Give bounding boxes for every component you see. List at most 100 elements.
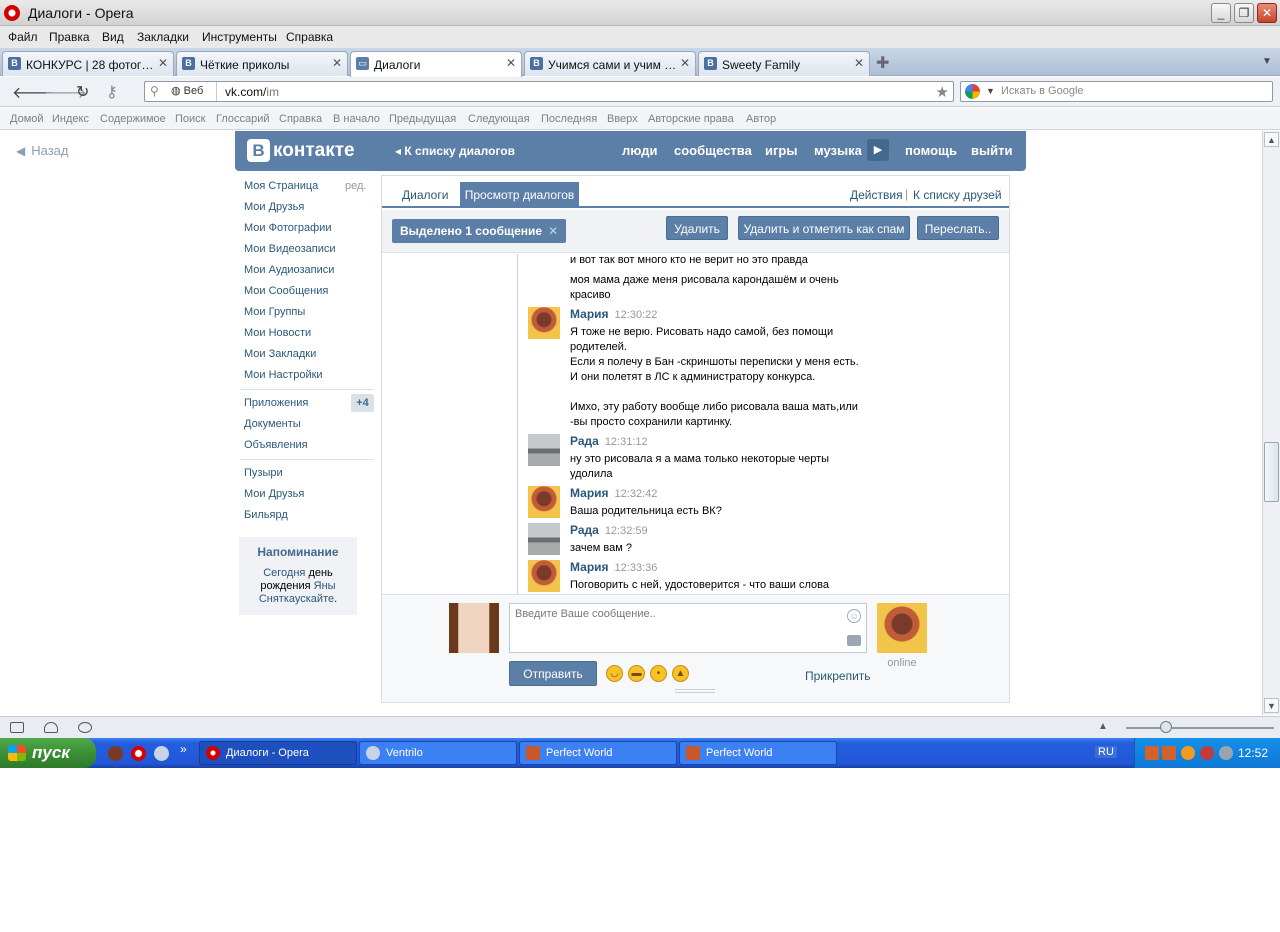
left-menu-bubbles[interactable]: Пузыри [244, 467, 283, 479]
close-button[interactable]: ✕ [1257, 3, 1277, 23]
zoom-slider-handle[interactable] [1160, 721, 1172, 733]
emoji-kiss-icon[interactable]: • [650, 665, 667, 682]
message-history[interactable]: и вот так вот много кто не верит но это … [382, 254, 1009, 594]
tab-close-icon[interactable]: ✕ [332, 56, 342, 70]
zoom-slider[interactable] [1126, 727, 1274, 729]
nav-link-last[interactable]: Последняя [541, 113, 597, 125]
menu-tools[interactable]: Инструменты [202, 30, 277, 44]
menu-bookmarks[interactable]: Закладки [137, 30, 189, 44]
message-author[interactable]: Рада 12:31:12 [570, 434, 648, 448]
author-name[interactable]: Рада [570, 434, 599, 448]
music-play-icon[interactable]: ▶ [867, 139, 889, 161]
emoji-smile-icon[interactable]: ◡ [606, 665, 623, 682]
key-icon[interactable]: ⚷ [106, 82, 118, 102]
system-clock[interactable]: 12:52 [1238, 746, 1268, 760]
friends-list-link[interactable]: К списку друзей [913, 188, 1002, 202]
tray-orange-icon[interactable] [1181, 746, 1195, 760]
left-menu-news[interactable]: Мои Новости [244, 327, 311, 339]
forward-button[interactable]: Переслать.. [917, 216, 999, 240]
tab-dialogs[interactable]: ▭ Диалоги ✕ [350, 51, 522, 77]
minimize-button[interactable]: _ [1211, 3, 1231, 23]
left-menu-bookmarks[interactable]: Мои Закладки [244, 348, 316, 360]
left-menu-messages[interactable]: Мои Сообщения [244, 285, 328, 297]
nav-link-home[interactable]: Домой [10, 113, 44, 125]
menu-help[interactable]: Справка [286, 30, 333, 44]
tab-close-icon[interactable]: ✕ [506, 56, 516, 70]
task-ventrilo[interactable]: Ventrilo [359, 741, 517, 765]
delete-spam-button[interactable]: Удалить и отметить как спам [738, 216, 910, 240]
header-nav-help[interactable]: помощь [905, 143, 957, 158]
left-menu-ads[interactable]: Объявления [244, 439, 308, 451]
left-menu-my-friends-app[interactable]: Мои Друзья [244, 488, 304, 500]
left-menu-my-page[interactable]: Моя Страница [244, 180, 318, 192]
tab-close-icon[interactable]: ✕ [158, 56, 168, 70]
author-name[interactable]: Рада [570, 523, 599, 537]
author-name[interactable]: Мария [570, 307, 609, 321]
site-info-badge[interactable]: ◍ Веб [167, 82, 217, 101]
avatar-maria[interactable] [528, 307, 560, 339]
back-link[interactable]: ◀ Назад [16, 143, 68, 158]
left-menu-videos[interactable]: Мои Видеозаписи [244, 243, 336, 255]
left-menu-audio[interactable]: Мои Аудиозаписи [244, 264, 334, 276]
quicklaunch-game-icon[interactable] [108, 746, 123, 761]
nav-link-index[interactable]: Индекс [52, 113, 89, 125]
quicklaunch-opera-icon[interactable] [131, 746, 146, 761]
tab-list-chevron-down-icon[interactable]: ▼ [1262, 56, 1272, 67]
author-name[interactable]: Мария [570, 486, 609, 500]
tab-view-dialogs[interactable]: Просмотр диалогов [460, 182, 579, 208]
camera-icon[interactable] [847, 635, 861, 646]
message-author[interactable]: Мария 12:30:22 [570, 307, 657, 321]
author-name[interactable]: Мария [570, 560, 609, 574]
search-engine-chevron-down-icon[interactable]: ▼ [986, 86, 995, 96]
tab-dialogs-list[interactable]: Диалоги [402, 188, 448, 202]
quicklaunch-more-icon[interactable]: » [180, 742, 187, 756]
language-indicator[interactable]: RU [1095, 746, 1117, 758]
actions-link[interactable]: Действия [850, 188, 903, 202]
tray-game-icon[interactable] [1145, 746, 1159, 760]
tray-game-icon-2[interactable] [1162, 746, 1176, 760]
new-tab-plus-icon[interactable]: ✚ [876, 53, 889, 73]
header-nav-communities[interactable]: сообщества [674, 143, 752, 158]
nav-link-search[interactable]: Поиск [175, 113, 205, 125]
edit-link[interactable]: ред. [345, 180, 366, 192]
task-perfect-world-1[interactable]: Perfect World [519, 741, 677, 765]
nav-link-help[interactable]: Справка [279, 113, 322, 125]
interlocutor-avatar[interactable] [877, 603, 927, 653]
emoji-grin-icon[interactable]: ▬ [628, 665, 645, 682]
nav-link-next[interactable]: Следующая [468, 113, 530, 125]
menu-view[interactable]: Вид [102, 30, 124, 44]
menu-file[interactable]: Файл [8, 30, 38, 44]
tab-close-icon[interactable]: ✕ [854, 56, 864, 70]
nav-link-glossary[interactable]: Глоссарий [216, 113, 270, 125]
message-author[interactable]: Рада 12:32:59 [570, 523, 648, 537]
apps-count-badge[interactable]: +4 [351, 394, 374, 412]
speed-dial-icon[interactable] [78, 722, 92, 733]
reminder-today-link[interactable]: Сегодня [263, 567, 305, 579]
emoji-angry-icon[interactable]: ▲ [672, 665, 689, 682]
scroll-thumb[interactable] [1264, 442, 1279, 502]
send-button[interactable]: Отправить [509, 661, 597, 686]
menu-edit[interactable]: Правка [49, 30, 90, 44]
attach-link[interactable]: Прикрепить [805, 669, 871, 683]
zoom-arrow-up-icon[interactable]: ▲ [1098, 721, 1108, 732]
resize-grip[interactable] [675, 689, 715, 693]
nav-link-contents[interactable]: Содержимое [100, 113, 166, 125]
tab-close-icon[interactable]: ✕ [680, 56, 690, 70]
task-opera[interactable]: Диалоги - Opera [199, 741, 357, 765]
nav-link-up[interactable]: Вверх [607, 113, 638, 125]
reload-icon[interactable]: ↻ [76, 82, 89, 102]
delete-button[interactable]: Удалить [666, 216, 728, 240]
header-nav-games[interactable]: игры [765, 143, 797, 158]
tab-sweety-family[interactable]: B Sweety Family ✕ [698, 51, 870, 76]
nav-link-previous[interactable]: Предыдущая [389, 113, 456, 125]
tray-volume-icon[interactable] [1219, 746, 1233, 760]
page-scrollbar[interactable]: ▲ ▼ [1262, 131, 1280, 715]
header-nav-music[interactable]: музыка [814, 143, 862, 158]
left-menu-documents[interactable]: Документы [244, 418, 301, 430]
cloud-icon[interactable] [44, 722, 58, 733]
search-field[interactable]: ▼ Искать в Google [960, 81, 1273, 102]
left-menu-friends[interactable]: Мои Друзья [244, 201, 304, 213]
nav-link-author[interactable]: Автор [746, 113, 776, 125]
scroll-up-icon[interactable]: ▲ [1264, 132, 1279, 147]
message-author[interactable]: Мария 12:33:36 [570, 560, 657, 574]
